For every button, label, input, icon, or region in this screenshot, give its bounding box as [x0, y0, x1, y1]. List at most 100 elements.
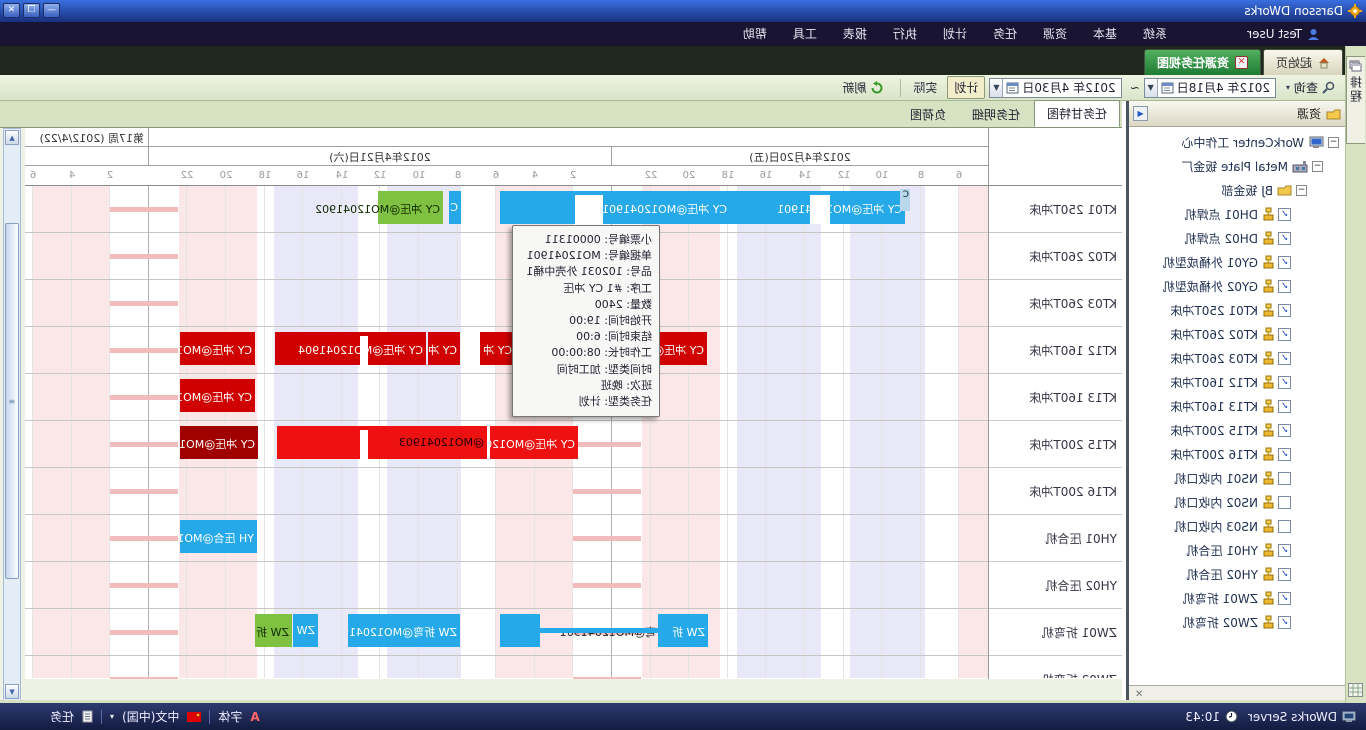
tree-node[interactable]: ✓KT12 160T冲床 — [1129, 370, 1345, 394]
tree-checkbox[interactable]: ✓ — [1278, 400, 1291, 413]
tree-node[interactable]: ✓KT15 200T冲床 — [1129, 418, 1345, 442]
tree-checkbox[interactable]: ✓ — [1278, 568, 1291, 581]
language-status-label[interactable]: 中文(中国) — [122, 708, 179, 725]
tree-checkbox[interactable]: ✓ — [1278, 616, 1291, 629]
menu-item[interactable]: 报表 — [830, 22, 880, 46]
tree-node[interactable]: ✓KT01 250T冲床 — [1129, 298, 1345, 322]
menu-item[interactable]: 任务 — [980, 22, 1030, 46]
vertical-scrollbar[interactable]: ▲ ▼ ≡ — [3, 128, 21, 701]
actual-toggle-button[interactable]: 实际 — [907, 77, 943, 98]
tree-node-label: NS03 内收口机 — [1174, 518, 1258, 535]
task-status-label[interactable]: 任务 — [50, 708, 74, 725]
panel-close-icon[interactable]: ✕ — [1135, 689, 1143, 700]
tree-checkbox[interactable]: ✓ — [1278, 592, 1291, 605]
tree-node[interactable]: −WorkCenter 工作中心 — [1129, 130, 1345, 154]
task-bar[interactable]: C — [449, 191, 461, 224]
menu-item[interactable]: 基本 — [1080, 22, 1130, 46]
tree-node[interactable]: ✓GY02 外桶成型机 — [1129, 274, 1345, 298]
tree-checkbox[interactable] — [1278, 496, 1291, 509]
refresh-button[interactable]: 刷新 — [836, 77, 890, 98]
tree-node[interactable]: ✓YH01 压合机 — [1129, 538, 1345, 562]
tree-checkbox[interactable]: ✓ — [1278, 376, 1291, 389]
date-from-dropdown[interactable]: ▼ — [1145, 79, 1158, 97]
tree-node[interactable]: ✓DH01 点焊机 — [1129, 202, 1345, 226]
tree-node[interactable]: ✓DH02 点焊机 — [1129, 226, 1345, 250]
tree-node[interactable]: ✓ZW02 折弯机 — [1129, 610, 1345, 634]
task-bar[interactable]: YH 压合@MO1 — [180, 520, 257, 553]
view-tab[interactable]: 负荷图 — [898, 102, 958, 127]
tree-node[interactable]: NS01 内收口机 — [1129, 466, 1345, 490]
date-from-field[interactable]: 2012年 4月18日 ▼ — [1144, 78, 1276, 98]
query-button[interactable]: 查询 ▾ — [1280, 77, 1341, 98]
tree-checkbox[interactable]: ✓ — [1278, 544, 1291, 557]
menu-item[interactable]: 执行 — [880, 22, 930, 46]
menu-item[interactable]: 计划 — [930, 22, 980, 46]
tree-checkbox[interactable]: ✓ — [1278, 256, 1291, 269]
scroll-up-button[interactable]: ▲ — [5, 130, 19, 145]
tree-node[interactable]: −BJ 钣金部 — [1129, 178, 1345, 202]
task-bar[interactable]: ZW 折 — [255, 614, 292, 647]
tab-close-icon[interactable]: ✕ — [1235, 56, 1248, 69]
tree-checkbox[interactable]: ✓ — [1278, 208, 1291, 221]
restore-button[interactable]: ❐ — [23, 3, 40, 18]
vertical-scroll-thumb[interactable]: ≡ — [5, 223, 19, 579]
task-bar[interactable] — [500, 614, 540, 647]
menu-item[interactable]: 系统 — [1130, 22, 1180, 46]
tree-expander-icon[interactable]: − — [1312, 161, 1323, 172]
view-tab[interactable]: 任务甘特图 — [1034, 100, 1120, 127]
tab-start-page[interactable]: 起始页 — [1263, 49, 1343, 75]
date-to-field[interactable]: 2012年 4月30日 ▼ — [989, 78, 1121, 98]
tab-resource-task-view[interactable]: ✕ 资源任务视图 — [1144, 49, 1261, 75]
tree-expander-icon[interactable]: − — [1328, 137, 1339, 148]
tree-checkbox[interactable]: ✓ — [1278, 448, 1291, 461]
menu-item[interactable]: 工具 — [780, 22, 830, 46]
tree-checkbox[interactable]: ✓ — [1278, 352, 1291, 365]
task-bar[interactable]: CY 冲压@MO1 — [180, 332, 255, 365]
tree-checkbox[interactable]: ✓ — [1278, 232, 1291, 245]
task-bar[interactable]: ZW 折弯@MO12041901 — [348, 614, 460, 647]
collapsed-panel-tab[interactable]: 排程 — [1346, 56, 1365, 144]
task-bar[interactable]: C — [900, 189, 910, 211]
task-bar[interactable]: ZW 折 — [658, 614, 708, 647]
tree-node[interactable]: ✓YH02 压合机 — [1129, 562, 1345, 586]
panel-collapse-button[interactable]: ◀ — [1133, 106, 1148, 121]
task-bar[interactable]: CY 冲压@MO12041901 — [500, 191, 730, 224]
tree-node[interactable]: −Metal Plate 钣金厂 — [1129, 154, 1345, 178]
tree-checkbox[interactable]: ✓ — [1278, 280, 1291, 293]
tree-node[interactable]: ✓KT16 200T冲床 — [1129, 442, 1345, 466]
scroll-down-button[interactable]: ▼ — [5, 684, 19, 699]
menu-item[interactable]: 帮助 — [730, 22, 780, 46]
tree-checkbox[interactable]: ✓ — [1278, 304, 1291, 317]
task-bar[interactable]: CY 冲压@MO12041902 — [378, 191, 443, 224]
minimize-button[interactable]: — — [43, 3, 60, 18]
task-bar[interactable]: CY 冲 — [428, 332, 460, 365]
task-bar[interactable]: CY 冲 — [480, 332, 515, 365]
task-bar[interactable]: @MO12041903 — [277, 426, 487, 459]
tree-node[interactable]: ✓GY01 外桶成型机 — [1129, 250, 1345, 274]
tree-node[interactable]: ✓ZW01 折弯机 — [1129, 586, 1345, 610]
tree-node[interactable]: NS03 内收口机 — [1129, 514, 1345, 538]
tree-checkbox[interactable]: ✓ — [1278, 328, 1291, 341]
date-to-dropdown[interactable]: ▼ — [990, 79, 1003, 97]
task-bar[interactable]: ZW — [293, 614, 318, 647]
tree-node[interactable]: ✓KT13 160T冲床 — [1129, 394, 1345, 418]
font-status-label[interactable]: 字体 — [218, 708, 242, 725]
tree-node[interactable]: ✓KT02 260T冲床 — [1129, 322, 1345, 346]
task-bar[interactable]: CY 冲压@MO1 — [180, 379, 255, 412]
tree-expander-icon[interactable]: − — [1296, 185, 1307, 196]
task-bar[interactable]: CY 冲压@MO12041904 — [275, 332, 426, 365]
tree-node[interactable]: ✓KT03 260T冲床 — [1129, 346, 1345, 370]
task-bar[interactable]: CY 冲压@MO12041903 — [490, 426, 578, 459]
tree-checkbox[interactable]: ✓ — [1278, 424, 1291, 437]
task-bar[interactable]: CY 冲压@MO1 — [180, 426, 258, 459]
grid-icon[interactable] — [1348, 683, 1363, 697]
tree-checkbox[interactable] — [1278, 520, 1291, 533]
close-button[interactable]: ✕ — [3, 3, 20, 18]
language-dropdown-arrow[interactable]: ▾ — [110, 712, 114, 721]
task-bar[interactable]: CY 冲压@MO12041901 — [730, 191, 905, 224]
plan-toggle-button[interactable]: 计划 — [947, 76, 985, 99]
view-tab[interactable]: 任务明细 — [960, 102, 1032, 127]
menu-item[interactable]: 资源 — [1030, 22, 1080, 46]
tree-checkbox[interactable] — [1278, 472, 1291, 485]
tree-node[interactable]: NS02 内收口机 — [1129, 490, 1345, 514]
